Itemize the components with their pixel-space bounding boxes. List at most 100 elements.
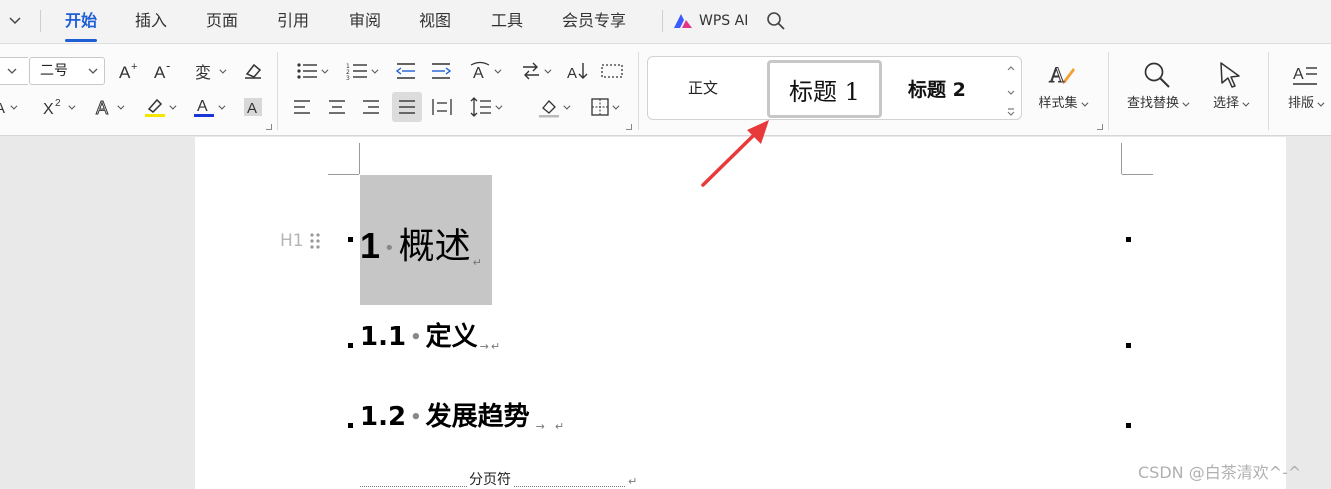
font-color-icon[interactable]: A (189, 94, 227, 120)
style-heading-1[interactable]: 标题 1 (767, 60, 882, 118)
paragraph-settings-launcher-icon[interactable] (626, 124, 632, 130)
space-mark: • (410, 327, 422, 348)
borders-icon[interactable] (585, 94, 623, 120)
tab-mark: → (535, 420, 545, 433)
align-right-icon[interactable] (359, 94, 383, 120)
font-size-dropdown[interactable]: 二号 (29, 57, 105, 85)
layout-icon: A (1293, 66, 1317, 85)
align-left-icon[interactable] (290, 94, 314, 120)
page-break[interactable]: 分页符 ↵ (360, 469, 640, 489)
paragraph-mark: ↵ (490, 340, 501, 353)
watermark: CSDN @白茶清欢^-^ (1138, 463, 1302, 482)
paragraph-mark: ↵ (554, 420, 565, 433)
styles-launcher-icon[interactable] (1097, 124, 1103, 130)
wps-ai-button[interactable]: WPS AI (673, 10, 748, 32)
font-settings-launcher-icon[interactable] (266, 124, 272, 130)
tab-references[interactable]: 引用 (277, 10, 309, 34)
wps-ai-label: WPS AI (699, 13, 749, 29)
heading-level-label: H1 (280, 231, 304, 251)
increase-font-icon[interactable]: A + (117, 58, 141, 84)
paragraph-marker (1126, 343, 1131, 348)
bidi-direction-icon[interactable] (516, 58, 554, 84)
style-normal[interactable]: 正文 (688, 77, 718, 98)
chevron-down-icon[interactable] (8, 14, 22, 28)
crop-mark (1122, 174, 1153, 175)
paragraph-marker (1126, 423, 1131, 428)
shading-icon[interactable] (534, 94, 572, 120)
heading-1-paragraph[interactable]: 1 • 概述 ↵ (360, 217, 482, 269)
strikethrough-icon[interactable]: A (0, 94, 16, 120)
heading-2-paragraph[interactable]: 1.1 • 定义 → ↵ (360, 316, 500, 353)
paragraph-marker (348, 423, 353, 428)
style-set-icon: A (1049, 62, 1075, 88)
drag-handle-icon[interactable] (310, 232, 320, 250)
tab-page[interactable]: 页面 (206, 10, 238, 34)
search-icon (1144, 62, 1170, 88)
paragraph-marker (348, 343, 353, 348)
align-center-icon[interactable] (325, 94, 349, 120)
select-label: 选择 (1213, 92, 1247, 111)
increase-indent-icon[interactable] (429, 58, 453, 84)
tab-review[interactable]: 审阅 (349, 10, 381, 34)
tab-tools[interactable]: 工具 (491, 10, 523, 34)
svg-text:A: A (197, 98, 208, 115)
svg-text:A: A (96, 98, 108, 117)
line-spacing-icon[interactable] (466, 94, 504, 120)
character-shading-icon[interactable]: A (241, 94, 265, 120)
tab-member[interactable]: 会员专享 (562, 10, 626, 34)
paragraph-mark: ↵ (472, 256, 482, 269)
bullet-list-icon[interactable] (292, 58, 330, 84)
heading-level-marker[interactable]: H1 (280, 231, 320, 251)
layout-label: 排版 (1288, 92, 1322, 111)
tab-view[interactable]: 视图 (419, 10, 451, 34)
heading-number: 1.1 (360, 322, 407, 352)
heading-title: 发展趋势 (425, 402, 530, 432)
tab-mark: → (479, 340, 489, 353)
paragraph-marker (348, 237, 353, 242)
distributed-align-icon[interactable] (430, 94, 454, 120)
svg-text:-: - (166, 61, 170, 73)
find-replace-button[interactable]: 查找替换 (1120, 58, 1194, 111)
heading-2-paragraph[interactable]: 1.2 • 发展趋势 → ↵ (360, 396, 564, 433)
heading-number: 1 (360, 225, 381, 266)
svg-text:X: X (43, 101, 54, 116)
clear-format-icon[interactable] (241, 58, 265, 84)
paragraph-mark: ↵ (626, 475, 640, 488)
font-size-value: 二号 (40, 63, 68, 79)
styles-scroll-icon[interactable] (1004, 61, 1018, 117)
highlight-icon[interactable] (140, 94, 178, 120)
decrease-indent-icon[interactable] (394, 58, 418, 84)
numbered-list-icon[interactable]: 123 (342, 58, 380, 84)
svg-text:2: 2 (55, 98, 61, 109)
phonetic-guide-icon[interactable]: 変 (190, 58, 228, 84)
svg-text:A: A (1049, 62, 1065, 87)
heading-title: 概述 (398, 226, 471, 267)
svg-text:A: A (0, 100, 5, 116)
divider (1268, 52, 1269, 130)
show-formatting-marks-icon[interactable] (600, 58, 624, 84)
svg-text:A: A (119, 63, 131, 81)
tab-insert[interactable]: 插入 (135, 10, 167, 34)
decrease-font-icon[interactable]: A- (152, 58, 176, 84)
superscript-icon[interactable]: X2 (40, 94, 76, 120)
document-page[interactable]: H1 1 • 概述 ↵ 1.1 • 定义 → ↵ 1.2 • 发展趋势 → ↵ 分页符 ↵ (195, 137, 1286, 489)
tab-home[interactable]: 开始 (65, 10, 98, 42)
style-set-button[interactable]: A 样式集 (1033, 58, 1091, 112)
svg-text:変: 変 (195, 63, 211, 81)
text-direction-icon[interactable]: A (465, 58, 503, 84)
text-effect-icon[interactable]: A (90, 94, 126, 120)
wps-ai-logo-icon (674, 14, 692, 28)
heading-title: 定义 (425, 322, 478, 352)
select-button[interactable]: 选择 (1205, 58, 1255, 111)
layout-button[interactable]: A 排版 (1280, 58, 1330, 111)
divider (662, 10, 663, 32)
divider (1108, 52, 1109, 130)
document-area: H1 1 • 概述 ↵ 1.1 • 定义 → ↵ 1.2 • 发展趋势 → ↵ 分页符 ↵ (0, 137, 1331, 489)
justify-icon[interactable] (392, 92, 422, 122)
search-icon[interactable] (766, 11, 786, 31)
font-name-dropdown[interactable] (0, 57, 28, 85)
sort-icon[interactable]: A (566, 58, 590, 84)
style-heading-2[interactable]: 标题 2 (908, 75, 966, 102)
menu-bar: 开始 插入 页面 引用 审阅 视图 工具 会员专享 WPS AI (0, 0, 1331, 44)
style-set-label: 样式集 (1038, 92, 1085, 111)
